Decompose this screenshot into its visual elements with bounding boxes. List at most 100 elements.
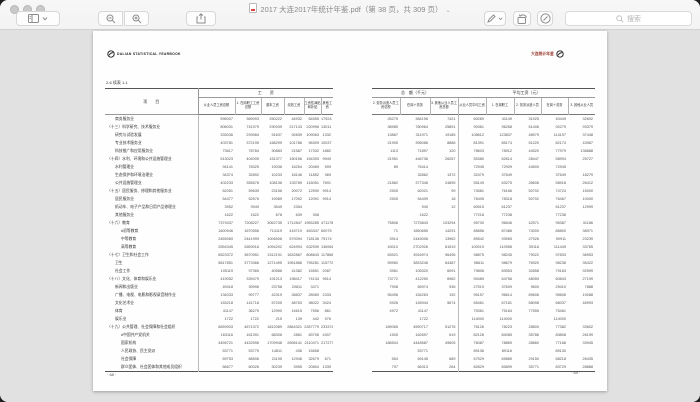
cell-value [430,211,458,219]
cell-value: 89542 [458,235,486,243]
cell-value: 19089 [261,195,284,203]
cell-value: 114000 [458,315,486,323]
cell-value: 77218 [458,211,486,219]
cell-value: 8886 [430,139,458,147]
cell-value: 1094202 [261,243,284,251]
table-row: 体育411473627512990146157556861 [105,307,333,315]
table-row: 9401260515612376123712999 [372,203,595,211]
wage-span-header: 工 资 [198,89,333,98]
table-row: 1622772187723877238 [372,211,595,219]
cell-value: 18279 [568,171,595,179]
cell-value: 513023 [198,155,235,163]
cell-value: 3955 [284,363,304,372]
cell-value [372,315,400,323]
cell-value: 108612 [458,131,486,139]
table-row: 水利管理业9414178325190361625420469599 [105,163,333,171]
cell-value: 936 [430,283,458,291]
pdf-file-icon [249,3,257,13]
cell-value [372,347,400,355]
cell-value: 2594345 [198,243,235,251]
cell-value: 49418 [198,283,235,291]
cell-value: 689 [430,355,458,363]
cell-value: 58918 [541,179,568,187]
cell-value: 82128 [458,331,486,339]
cell-value: 639 [284,211,304,219]
cell-value: 53775 [235,347,261,355]
cell-value: 18146 [284,171,304,179]
zoom-in-button[interactable] [124,11,149,26]
cell-value: 40586 [261,267,284,275]
cell-value: 7908 [372,283,400,291]
search-input[interactable]: 搜索 [565,11,692,26]
cell-value: 151377 [261,155,284,163]
table-row: 1386731197119185108612123837489791141973… [372,131,595,139]
cell-value: 98875 [458,251,486,259]
cell-value: 41147 [400,307,430,315]
cell-value: 136961 [321,243,333,251]
cell-value: 5674 [430,299,458,307]
row-label: 高等教育 [105,243,198,251]
table-row: 娱乐业17221722215139442976 [105,315,333,323]
title-chevron-down-icon[interactable]: ⌄ [446,8,451,14]
cell-value: 780964 [400,123,430,131]
table-label: 2-6 续表 1-1 [106,80,128,86]
cell-value: 35771 [514,363,541,372]
markup-pen-button[interactable] [484,11,506,26]
cell-value: 60026 [235,363,261,372]
cell-value: 595007 [198,115,235,124]
row-label: 广播、电视、电影和影视录音制作业 [105,291,198,299]
cell-value: 38985 [372,123,400,131]
cell-value: 153218 [198,299,235,307]
cell-value: 78318 [486,195,514,203]
cell-value: 369093 [235,115,261,124]
wage-table-left: 项 目 工 资 从业人员工资总额1. 在岗职工工资总额基本工资绩效工资工资性津贴… [105,88,333,372]
table-row: 机动车、电子产品和日用产品修理业3952394935492354 [105,203,333,211]
cell-value: 14291 [430,227,458,235]
share-button[interactable] [186,11,216,26]
cell-value: 26199 [568,331,595,339]
rotate-button[interactable] [513,11,531,26]
cell-value: 1712847 [284,219,304,227]
right-page-number: · 69 · [571,370,580,375]
left-table-body: 商务服务业595007369093250222449326455517924（十… [105,115,333,372]
cell-value: 13962 [430,235,458,243]
table-row: 1890654590717512767612678223288007738233… [372,323,595,331]
row-label: （十三）科学研究、技术服务业 [105,123,198,131]
cell-value: 76405 [458,195,486,203]
cell-value: 105320 [400,267,430,275]
table-row: 897641472945729094450072945 [372,163,595,171]
cell-value: 30239 [261,363,284,372]
cell-value: 12590 [304,187,321,195]
annotate-button[interactable] [537,11,553,26]
cell-value: 15658 [304,347,321,355]
cell-value: 4671372 [235,323,261,331]
cell-value: 72945 [458,163,486,171]
table-row: 1722114000114000114000 [372,315,595,323]
cell-value [321,283,333,291]
cell-value: 2087 [321,267,333,275]
cell-value: 1339 [321,363,333,372]
cell-value: 9914 [321,195,333,203]
cell-value: 7379437 [198,219,235,227]
table-row: 科技推广和应用服务业73617787843088321587173321882 [105,147,333,155]
cell-value: 76166 [486,187,514,195]
cell-value: 13867 [372,131,400,139]
row-label: 水利管理业 [105,163,198,171]
cell-value: 14615 [284,307,304,315]
cell-value: 23239 [568,235,595,243]
cell-value: 114000 [486,315,514,323]
cell-value: 6091 [430,267,458,275]
left-page-header: DALIAN STATISTICAL YEARBOOK [107,50,181,58]
sidebar-toggle-button[interactable] [16,11,60,26]
cell-value: 25275 [372,115,400,124]
cell-value: 79163 [541,267,568,275]
cell-value: 2702926 [400,243,430,251]
cell-value: 72909 [486,163,514,171]
cell-value: 29150 [514,355,541,363]
zoom-out-button[interactable] [98,11,123,26]
cell-value: 678 [261,211,284,219]
cell-value: 861 [321,307,333,315]
row-label: （十四）水利、环境和公共设施管理业 [105,155,198,163]
document-area[interactable]: DALIAN STATISTICAL YEARBOOK 2-6 续表 1-1 项… [0,30,700,402]
cell-value: 84085 [486,331,514,339]
